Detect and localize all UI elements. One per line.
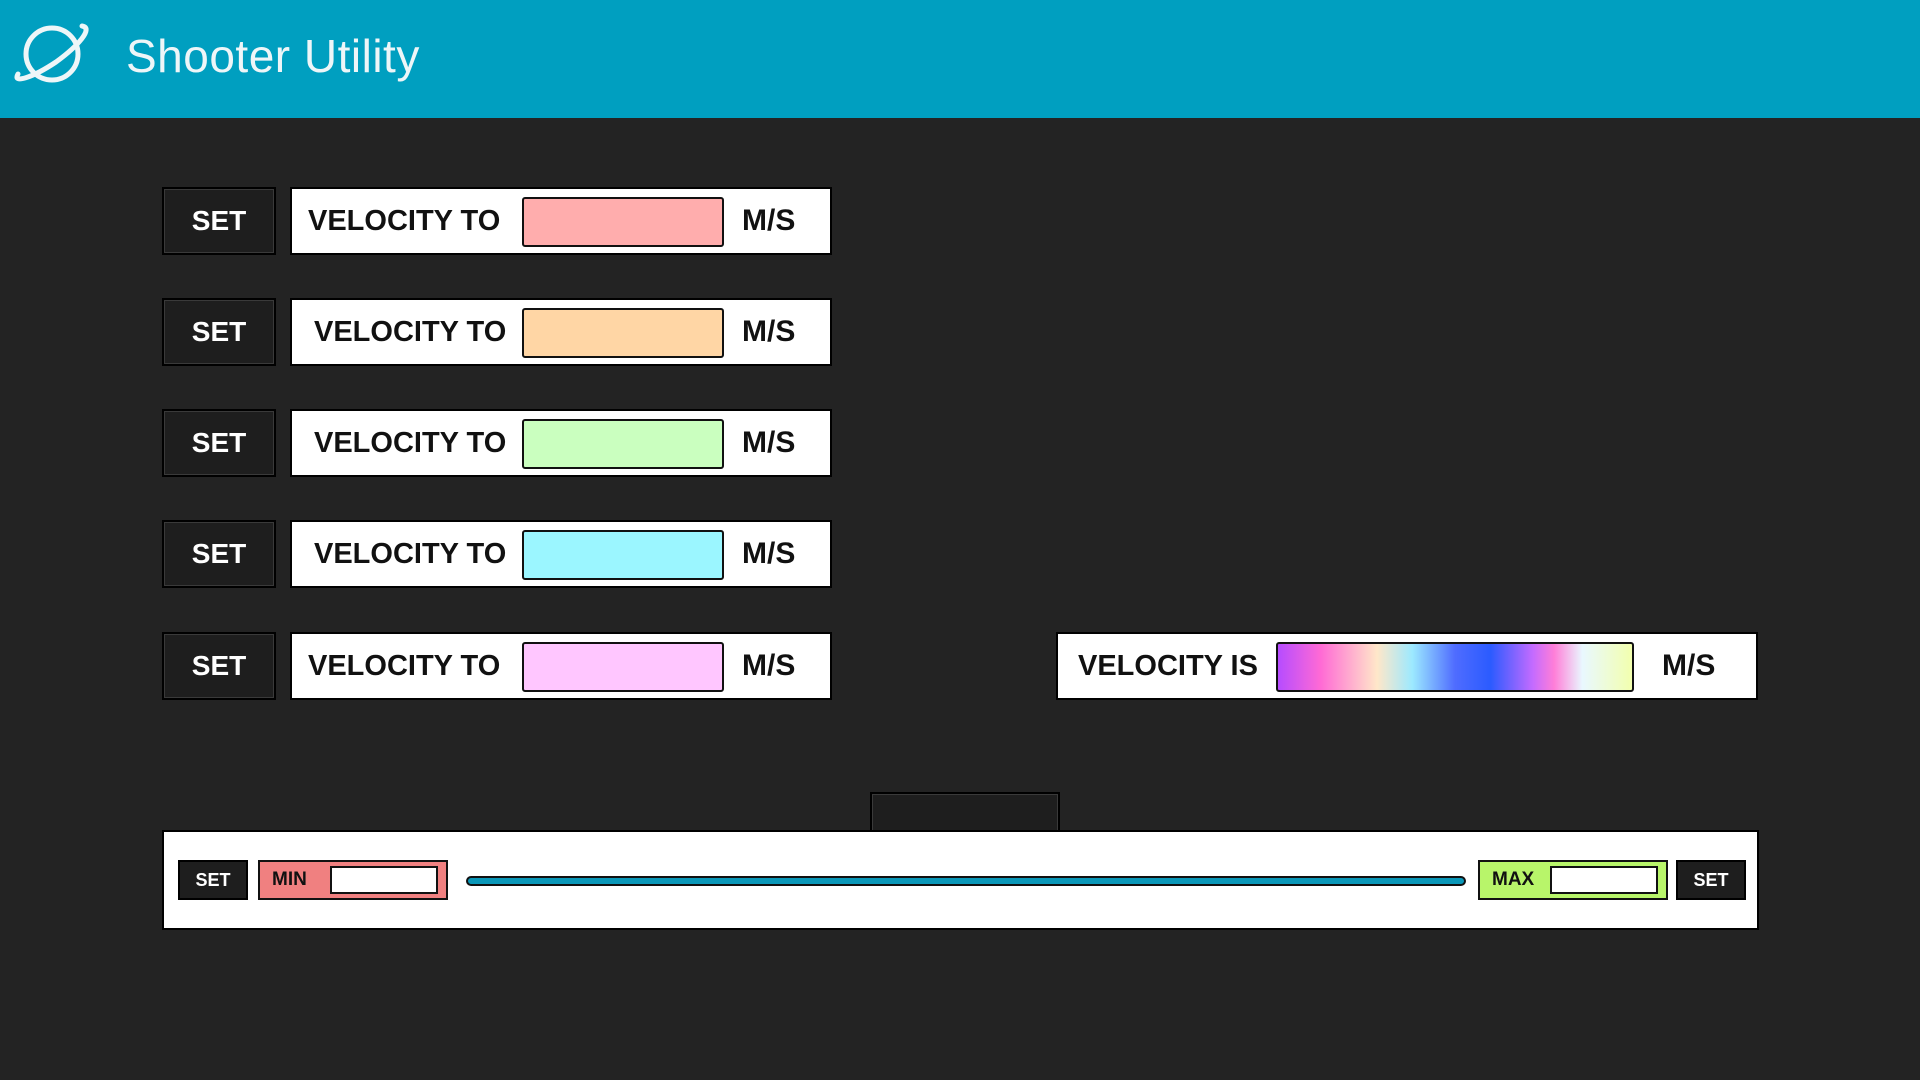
set-velocity-button-2[interactable]: SET: [162, 298, 276, 366]
unit-label: M/S: [742, 537, 796, 570]
max-box: MAX: [1478, 860, 1668, 900]
velocity-input-2[interactable]: [522, 308, 724, 358]
velocity-input-3[interactable]: [522, 419, 724, 469]
velocity-readout-display: [1276, 642, 1634, 692]
velocity-to-label: VELOCITY TO: [314, 538, 507, 570]
range-panel-tab: [870, 792, 1060, 832]
velocity-row-4: VELOCITY TO M/S: [290, 520, 832, 588]
min-input[interactable]: [330, 866, 438, 894]
velocity-to-label: VELOCITY TO: [314, 427, 507, 459]
unit-label: M/S: [742, 204, 796, 237]
app-header: Shooter Utility: [0, 0, 1920, 118]
set-velocity-button-5[interactable]: SET: [162, 632, 276, 700]
velocity-row-1: VELOCITY TO M/S: [290, 187, 832, 255]
velocity-to-label: VELOCITY TO: [314, 316, 507, 348]
velocity-readout: VELOCITY IS M/S: [1056, 632, 1758, 700]
set-velocity-button-4[interactable]: SET: [162, 520, 276, 588]
unit-label: M/S: [742, 426, 796, 459]
min-box: MIN: [258, 860, 448, 900]
min-label: MIN: [272, 869, 307, 890]
velocity-row-5: VELOCITY TO M/S: [290, 632, 832, 700]
velocity-input-1[interactable]: [522, 197, 724, 247]
velocity-is-label: VELOCITY IS: [1078, 650, 1258, 682]
set-min-button[interactable]: SET: [178, 860, 248, 900]
planet-ring-icon: [14, 23, 89, 83]
set-velocity-button-3[interactable]: SET: [162, 409, 276, 477]
velocity-to-label: VELOCITY TO: [308, 650, 501, 682]
set-max-button[interactable]: SET: [1676, 860, 1746, 900]
velocity-input-4[interactable]: [522, 530, 724, 580]
unit-label: M/S: [742, 649, 796, 682]
app-title: Shooter Utility: [126, 30, 420, 82]
velocity-row-2: VELOCITY TO M/S: [290, 298, 832, 366]
velocity-input-5[interactable]: [522, 642, 724, 692]
velocity-to-label: VELOCITY TO: [308, 205, 501, 237]
range-panel: SET MIN MAX SET: [162, 830, 1759, 930]
max-label: MAX: [1492, 869, 1535, 890]
unit-label: M/S: [742, 315, 796, 348]
velocity-row-3: VELOCITY TO M/S: [290, 409, 832, 477]
unit-label: M/S: [1662, 649, 1716, 682]
velocity-range-slider[interactable]: [466, 876, 1466, 886]
max-input[interactable]: [1550, 866, 1658, 894]
set-velocity-button-1[interactable]: SET: [162, 187, 276, 255]
